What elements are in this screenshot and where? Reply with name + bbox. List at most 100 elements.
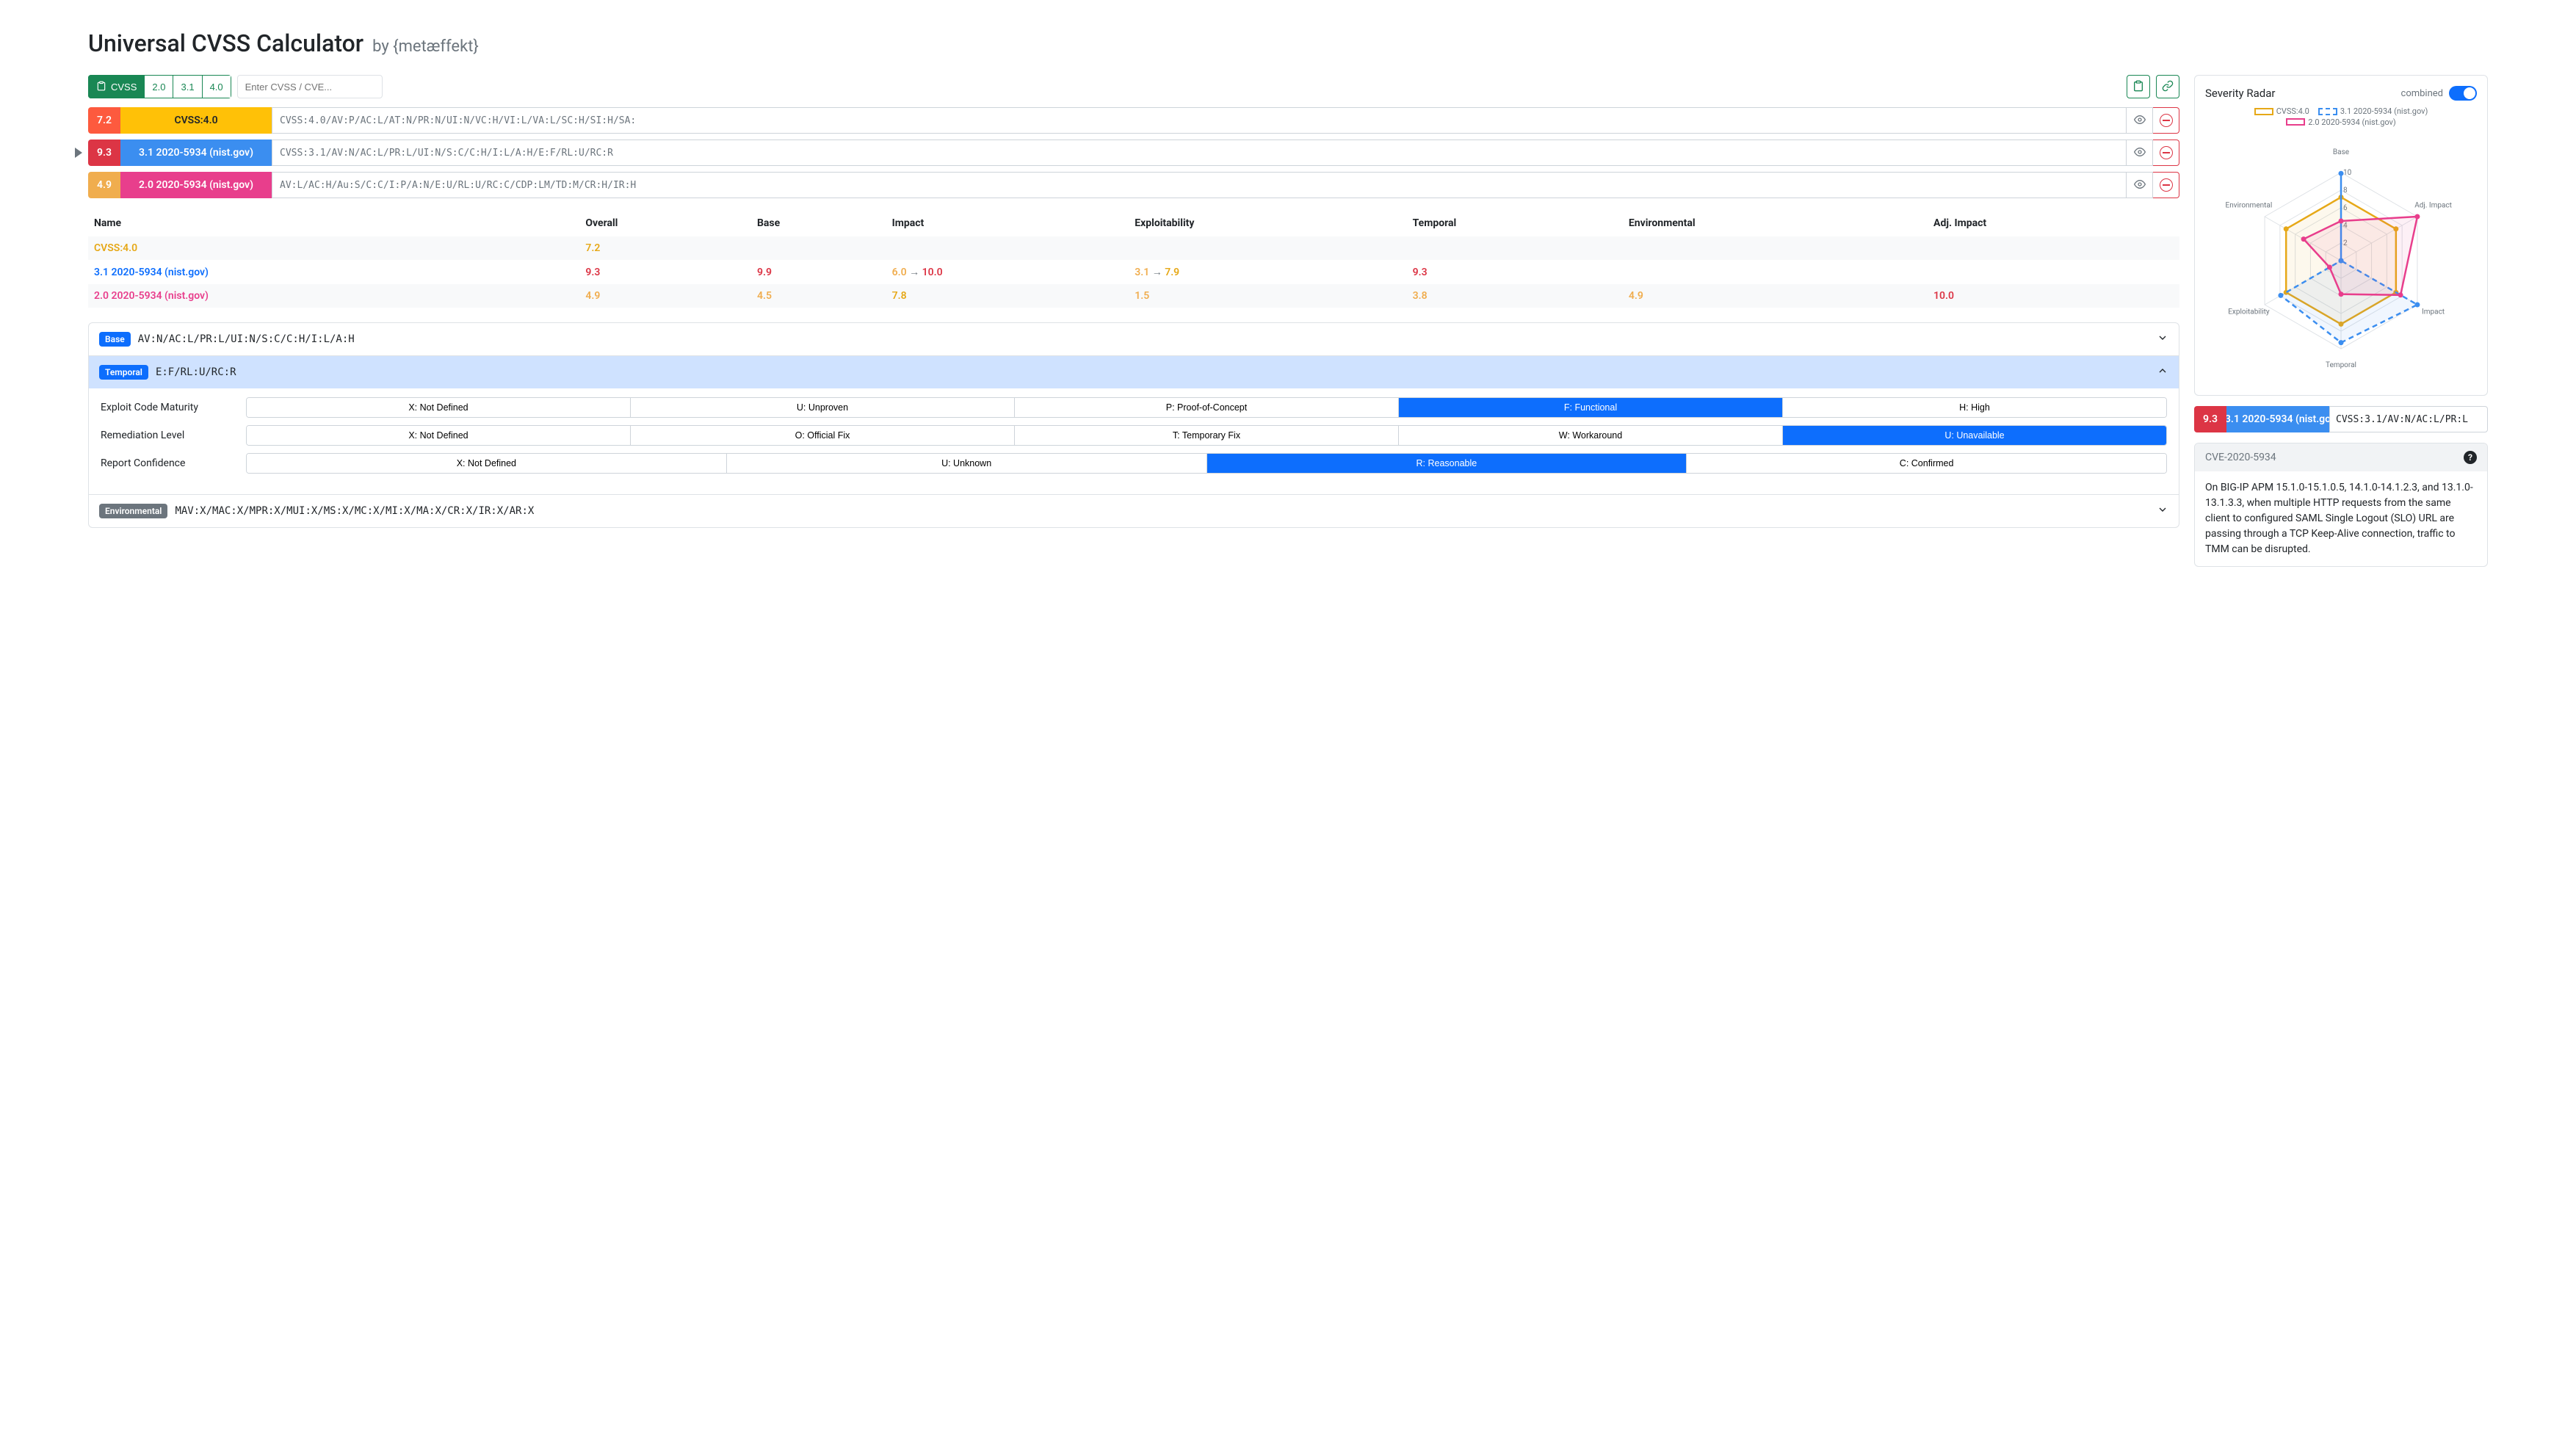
environmental-vector-text: MAV:X/MAC:X/MPR:X/MUI:X/MS:X/MC:X/MI:X/M… xyxy=(175,505,534,517)
cvss-version-2_0[interactable]: 2.0 xyxy=(145,75,173,98)
chevron-up-icon xyxy=(2157,365,2168,380)
visibility-button[interactable] xyxy=(2127,172,2153,198)
table-cell: 3.8 xyxy=(1407,284,1623,308)
cvss-search-input[interactable] xyxy=(237,75,383,98)
legend-item: 2.0 2020-5934 (nist.gov) xyxy=(2286,117,2395,127)
cve-description: On BIG-IP APM 15.1.0-15.1.0.5, 14.1.0-14… xyxy=(2195,471,2487,566)
table-cell xyxy=(1928,260,2179,284)
legend-swatch xyxy=(2254,108,2273,115)
section-header-temporal[interactable]: Temporal E:F/RL:U/RC:R xyxy=(89,356,2179,388)
radar-title: Severity Radar xyxy=(2205,87,2275,100)
metric-options: X: Not DefinedU: UnknownR: ReasonableC: … xyxy=(246,453,2167,474)
remove-vector-button[interactable] xyxy=(2153,107,2179,134)
table-row: CVSS:4.07.2 xyxy=(88,236,2179,260)
metric-option[interactable]: T: Temporary Fix xyxy=(1014,426,1398,445)
vector-name[interactable]: CVSS:4.0 xyxy=(120,107,272,134)
table-cell-name: 2.0 2020-5934 (nist.gov) xyxy=(88,284,579,308)
table-cell: 7.2 xyxy=(579,236,751,260)
metric-option[interactable]: R: Reasonable xyxy=(1206,454,1687,473)
metric-option[interactable]: U: Unproven xyxy=(630,398,1014,417)
score-table: NameOverallBaseImpactExploitabilityTempo… xyxy=(88,210,2179,308)
minus-icon xyxy=(2160,114,2173,127)
table-cell xyxy=(1623,260,1928,284)
section-header-environmental[interactable]: Environmental MAV:X/MAC:X/MPR:X/MUI:X/MS… xyxy=(89,495,2179,527)
metric-option[interactable]: U: Unknown xyxy=(726,454,1206,473)
metric-option[interactable]: F: Functional xyxy=(1398,398,1782,417)
selected-vector-input[interactable] xyxy=(2329,406,2488,432)
metric-options: X: Not DefinedU: UnprovenP: Proof-of-Con… xyxy=(246,397,2167,418)
selected-indicator-icon xyxy=(75,148,82,158)
legend-label: 3.1 2020-5934 (nist.gov) xyxy=(2340,106,2428,116)
metric-option[interactable]: U: Unavailable xyxy=(1782,426,2166,445)
vector-name[interactable]: 2.0 2020-5934 (nist.gov) xyxy=(120,172,272,198)
metric-editor: Base AV:N/AC:L/PR:L/UI:N/S:C/C:H/I:L/A:H… xyxy=(88,322,2179,528)
chevron-down-icon xyxy=(2157,504,2168,518)
table-header: Base xyxy=(751,210,886,236)
legend-swatch xyxy=(2286,118,2305,126)
eye-icon xyxy=(2134,114,2146,128)
vector-rows: 7.2CVSS:4.09.33.1 2020-5934 (nist.gov)4.… xyxy=(88,107,2179,198)
temporal-vector-text: E:F/RL:U/RC:R xyxy=(156,366,236,378)
table-cell xyxy=(1129,236,1406,260)
minus-icon xyxy=(2160,146,2173,159)
page-title: Universal CVSS Calculator xyxy=(88,29,363,57)
table-cell: 4.9 xyxy=(1623,284,1928,308)
cvss-version-3_1[interactable]: 3.1 xyxy=(173,75,202,98)
table-cell xyxy=(751,236,886,260)
metric-option[interactable]: X: Not Defined xyxy=(247,398,630,417)
cvss-version-4_0[interactable]: 4.0 xyxy=(203,75,231,98)
svg-text:Exploitability: Exploitability xyxy=(2228,308,2270,316)
metric-option[interactable]: P: Proof-of-Concept xyxy=(1014,398,1398,417)
table-header: Exploitability xyxy=(1129,210,1406,236)
visibility-button[interactable] xyxy=(2127,107,2153,134)
cve-card: CVE-2020-5934 ? On BIG-IP APM 15.1.0-15.… xyxy=(2194,443,2488,567)
table-cell: 6.0 → 10.0 xyxy=(886,260,1129,284)
cvss-dropdown-button[interactable]: CVSS xyxy=(88,75,145,98)
metric-option[interactable]: C: Confirmed xyxy=(1686,454,2166,473)
vector-string-input[interactable] xyxy=(272,140,2127,166)
legend-label: 2.0 2020-5934 (nist.gov) xyxy=(2308,117,2395,127)
vector-name[interactable]: 3.1 2020-5934 (nist.gov) xyxy=(120,140,272,166)
radar-chart: 246810BaseAdj. ImpactImpactTemporalExplo… xyxy=(2205,132,2477,382)
metric-row: Remediation LevelX: Not DefinedO: Offici… xyxy=(101,425,2167,446)
vector-score[interactable]: 9.3 xyxy=(88,140,120,166)
table-header: Overall xyxy=(579,210,751,236)
table-header: Name xyxy=(88,210,579,236)
vector-string-input[interactable] xyxy=(272,172,2127,198)
selected-vector-summary: 9.3 3.1 2020-5934 (nist.go xyxy=(2194,406,2488,432)
clipboard-icon xyxy=(2132,80,2144,94)
permalink-button[interactable] xyxy=(2156,75,2179,98)
eye-icon xyxy=(2134,178,2146,192)
table-cell: 4.9 xyxy=(579,284,751,308)
radar-toggle-label: combined xyxy=(2401,88,2443,99)
vector-score[interactable]: 4.9 xyxy=(88,172,120,198)
base-vector-text: AV:N/AC:L/PR:L/UI:N/S:C/C:H/I:L/A:H xyxy=(138,333,355,345)
vector-string-input[interactable] xyxy=(272,107,2127,134)
visibility-button[interactable] xyxy=(2127,140,2153,166)
metric-option[interactable]: O: Official Fix xyxy=(630,426,1014,445)
metric-label: Report Confidence xyxy=(101,457,240,469)
metric-option[interactable]: H: High xyxy=(1782,398,2166,417)
radar-legend: CVSS:4.0 3.1 2020-5934 (nist.gov)2.0 2020… xyxy=(2205,106,2477,128)
legend-item: CVSS:4.0 xyxy=(2254,106,2309,116)
page-byline: by {metæffekt} xyxy=(372,37,479,56)
table-cell: 1.5 xyxy=(1129,284,1406,308)
section-header-base[interactable]: Base AV:N/AC:L/PR:L/UI:N/S:C/C:H/I:L/A:H xyxy=(89,323,2179,355)
top-toolbar: CVSS 2.0 3.1 4.0 xyxy=(88,75,2179,98)
vector-row: 4.92.0 2020-5934 (nist.gov) xyxy=(88,172,2179,198)
table-cell: 3.1 → 7.9 xyxy=(1129,260,1406,284)
metric-option[interactable]: X: Not Defined xyxy=(247,426,630,445)
help-icon[interactable]: ? xyxy=(2464,451,2477,464)
legend-swatch xyxy=(2318,108,2337,115)
table-cell-name: 3.1 2020-5934 (nist.gov) xyxy=(88,260,579,284)
radar-combined-toggle[interactable] xyxy=(2449,86,2477,101)
badge-temporal: Temporal xyxy=(99,365,148,380)
remove-vector-button[interactable] xyxy=(2153,140,2179,166)
metric-row: Exploit Code MaturityX: Not DefinedU: Un… xyxy=(101,397,2167,418)
remove-vector-button[interactable] xyxy=(2153,172,2179,198)
metric-option[interactable]: W: Workaround xyxy=(1398,426,1782,445)
paste-button[interactable] xyxy=(2127,75,2150,98)
metric-options: X: Not DefinedO: Official FixT: Temporar… xyxy=(246,425,2167,446)
vector-score[interactable]: 7.2 xyxy=(88,107,120,134)
metric-option[interactable]: X: Not Defined xyxy=(247,454,726,473)
